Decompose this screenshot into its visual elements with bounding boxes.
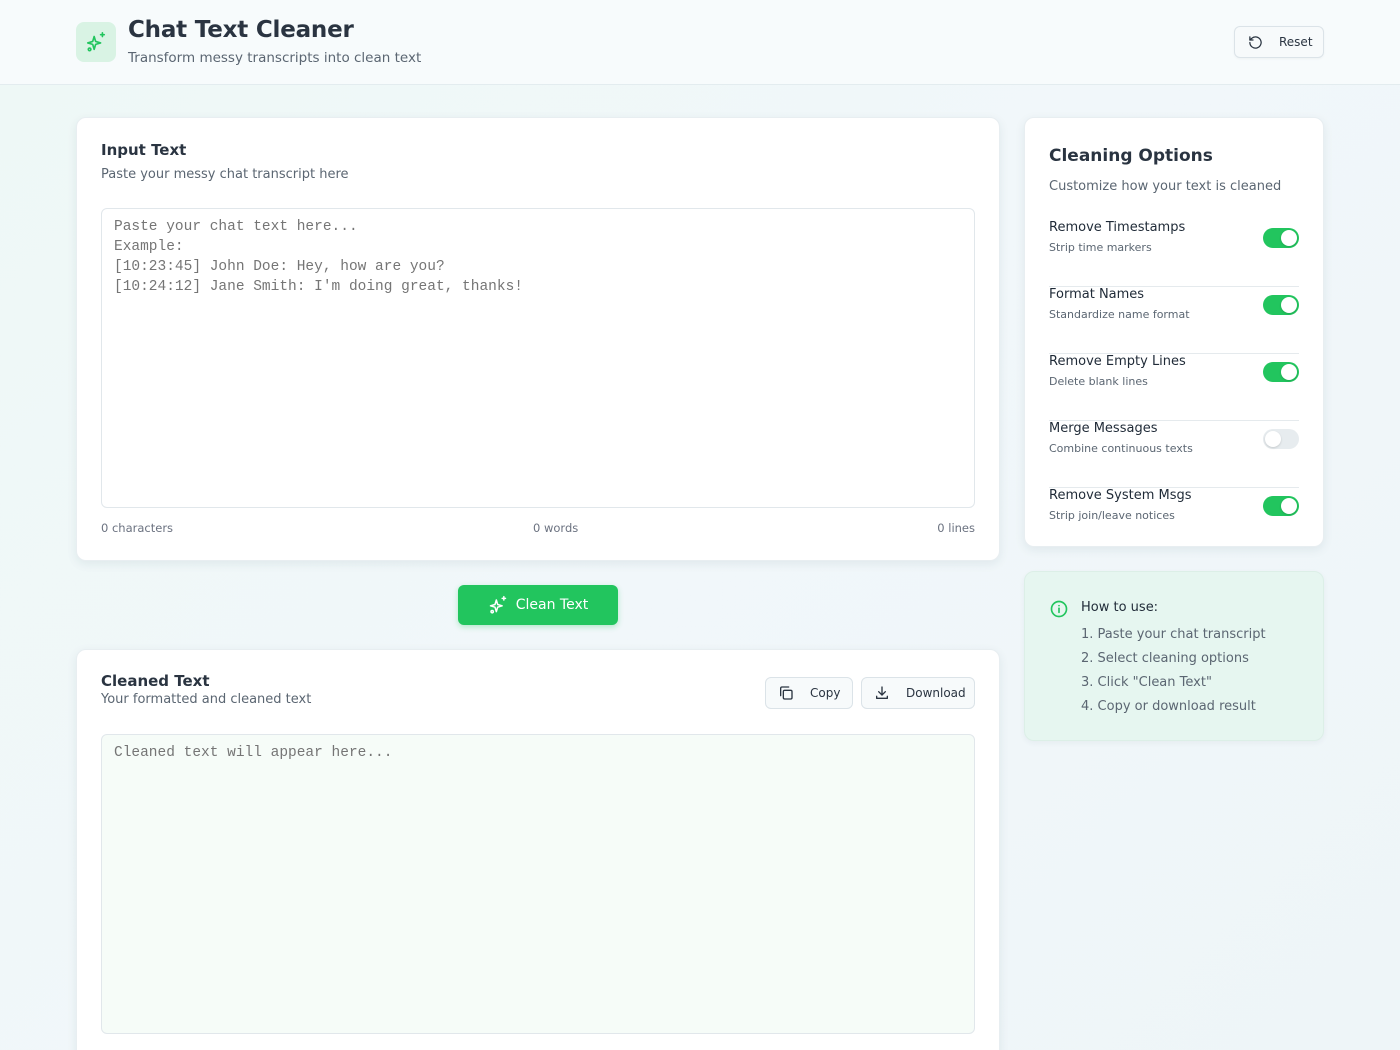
option-label: Remove Empty Lines [1049,354,1186,369]
toggle-knob [1281,230,1297,246]
how-to-step: 1. Paste your chat transcript [1081,627,1266,642]
line-count: 0 lines [937,521,975,535]
options-title: Cleaning Options [1049,146,1213,166]
how-to-step: 3. Click "Clean Text" [1081,675,1212,690]
format-names-toggle[interactable] [1263,295,1299,315]
sparkles-icon [76,22,116,62]
word-count: 0 words [533,521,579,535]
how-to-step: 4. Copy or download result [1081,699,1256,714]
reset-button[interactable]: Reset [1234,26,1324,58]
download-button[interactable]: Download [861,677,975,709]
character-count: 0 characters [101,521,174,535]
how-to-use-title: How to use: [1081,600,1159,615]
option-remove-timestamps: Remove Timestamps Strip time markers [1049,220,1299,287]
option-description: Strip join/leave notices [1049,509,1175,522]
output-card: Cleaned Text Your formatted and cleaned … [76,649,1000,1050]
download-icon [874,685,890,701]
remove-system-msgs-toggle[interactable] [1263,496,1299,516]
toggle-knob [1281,364,1297,380]
option-remove-system-msgs: Remove System Msgs Strip join/leave noti… [1049,488,1299,555]
input-card-subtitle: Paste your messy chat transcript here [101,167,349,182]
download-button-label: Download [906,686,966,700]
copy-icon [778,685,794,701]
option-description: Strip time markers [1049,241,1152,254]
clean-text-button[interactable]: Clean Text [458,585,618,625]
how-to-use-card: How to use: 1. Paste your chat transcrip… [1024,571,1324,741]
option-description: Combine continuous texts [1049,442,1193,455]
clean-text-button-label: Clean Text [515,597,589,613]
option-format-names: Format Names Standardize name format [1049,287,1299,354]
remove-timestamps-toggle[interactable] [1263,228,1299,248]
option-label: Merge Messages [1049,421,1158,436]
how-to-step: 2. Select cleaning options [1081,651,1249,666]
option-label: Remove System Msgs [1049,488,1192,503]
reset-button-label: Reset [1279,35,1313,49]
output-card-title: Cleaned Text [101,672,210,690]
app-header: Chat Text Cleaner Transform messy transc… [0,0,1400,85]
cleaning-options-card: Cleaning Options Customize how your text… [1024,117,1324,547]
input-card-title: Input Text [101,141,187,159]
copy-button[interactable]: Copy [765,677,853,709]
merge-messages-toggle[interactable] [1263,429,1299,449]
option-description: Delete blank lines [1049,375,1148,388]
remove-empty-lines-toggle[interactable] [1263,362,1299,382]
rotate-ccw-icon [1248,35,1263,50]
toggle-knob [1265,431,1281,447]
options-subtitle: Customize how your text is cleaned [1049,179,1282,194]
option-remove-empty-lines: Remove Empty Lines Delete blank lines [1049,354,1299,421]
app-title: Chat Text Cleaner [128,17,354,43]
output-textarea[interactable] [101,734,975,1034]
toggle-knob [1281,297,1297,313]
toggle-knob [1281,498,1297,514]
input-textarea[interactable] [101,208,975,508]
app-subtitle: Transform messy transcripts into clean t… [128,50,422,66]
copy-button-label: Copy [810,686,841,700]
output-card-subtitle: Your formatted and cleaned text [101,692,312,707]
option-description: Standardize name format [1049,308,1190,321]
info-icon [1049,599,1069,619]
option-label: Remove Timestamps [1049,220,1186,235]
option-merge-messages: Merge Messages Combine continuous texts [1049,421,1299,488]
option-label: Format Names [1049,287,1145,302]
sparkles-icon [488,595,508,615]
input-card: Input Text Paste your messy chat transcr… [76,117,1000,561]
